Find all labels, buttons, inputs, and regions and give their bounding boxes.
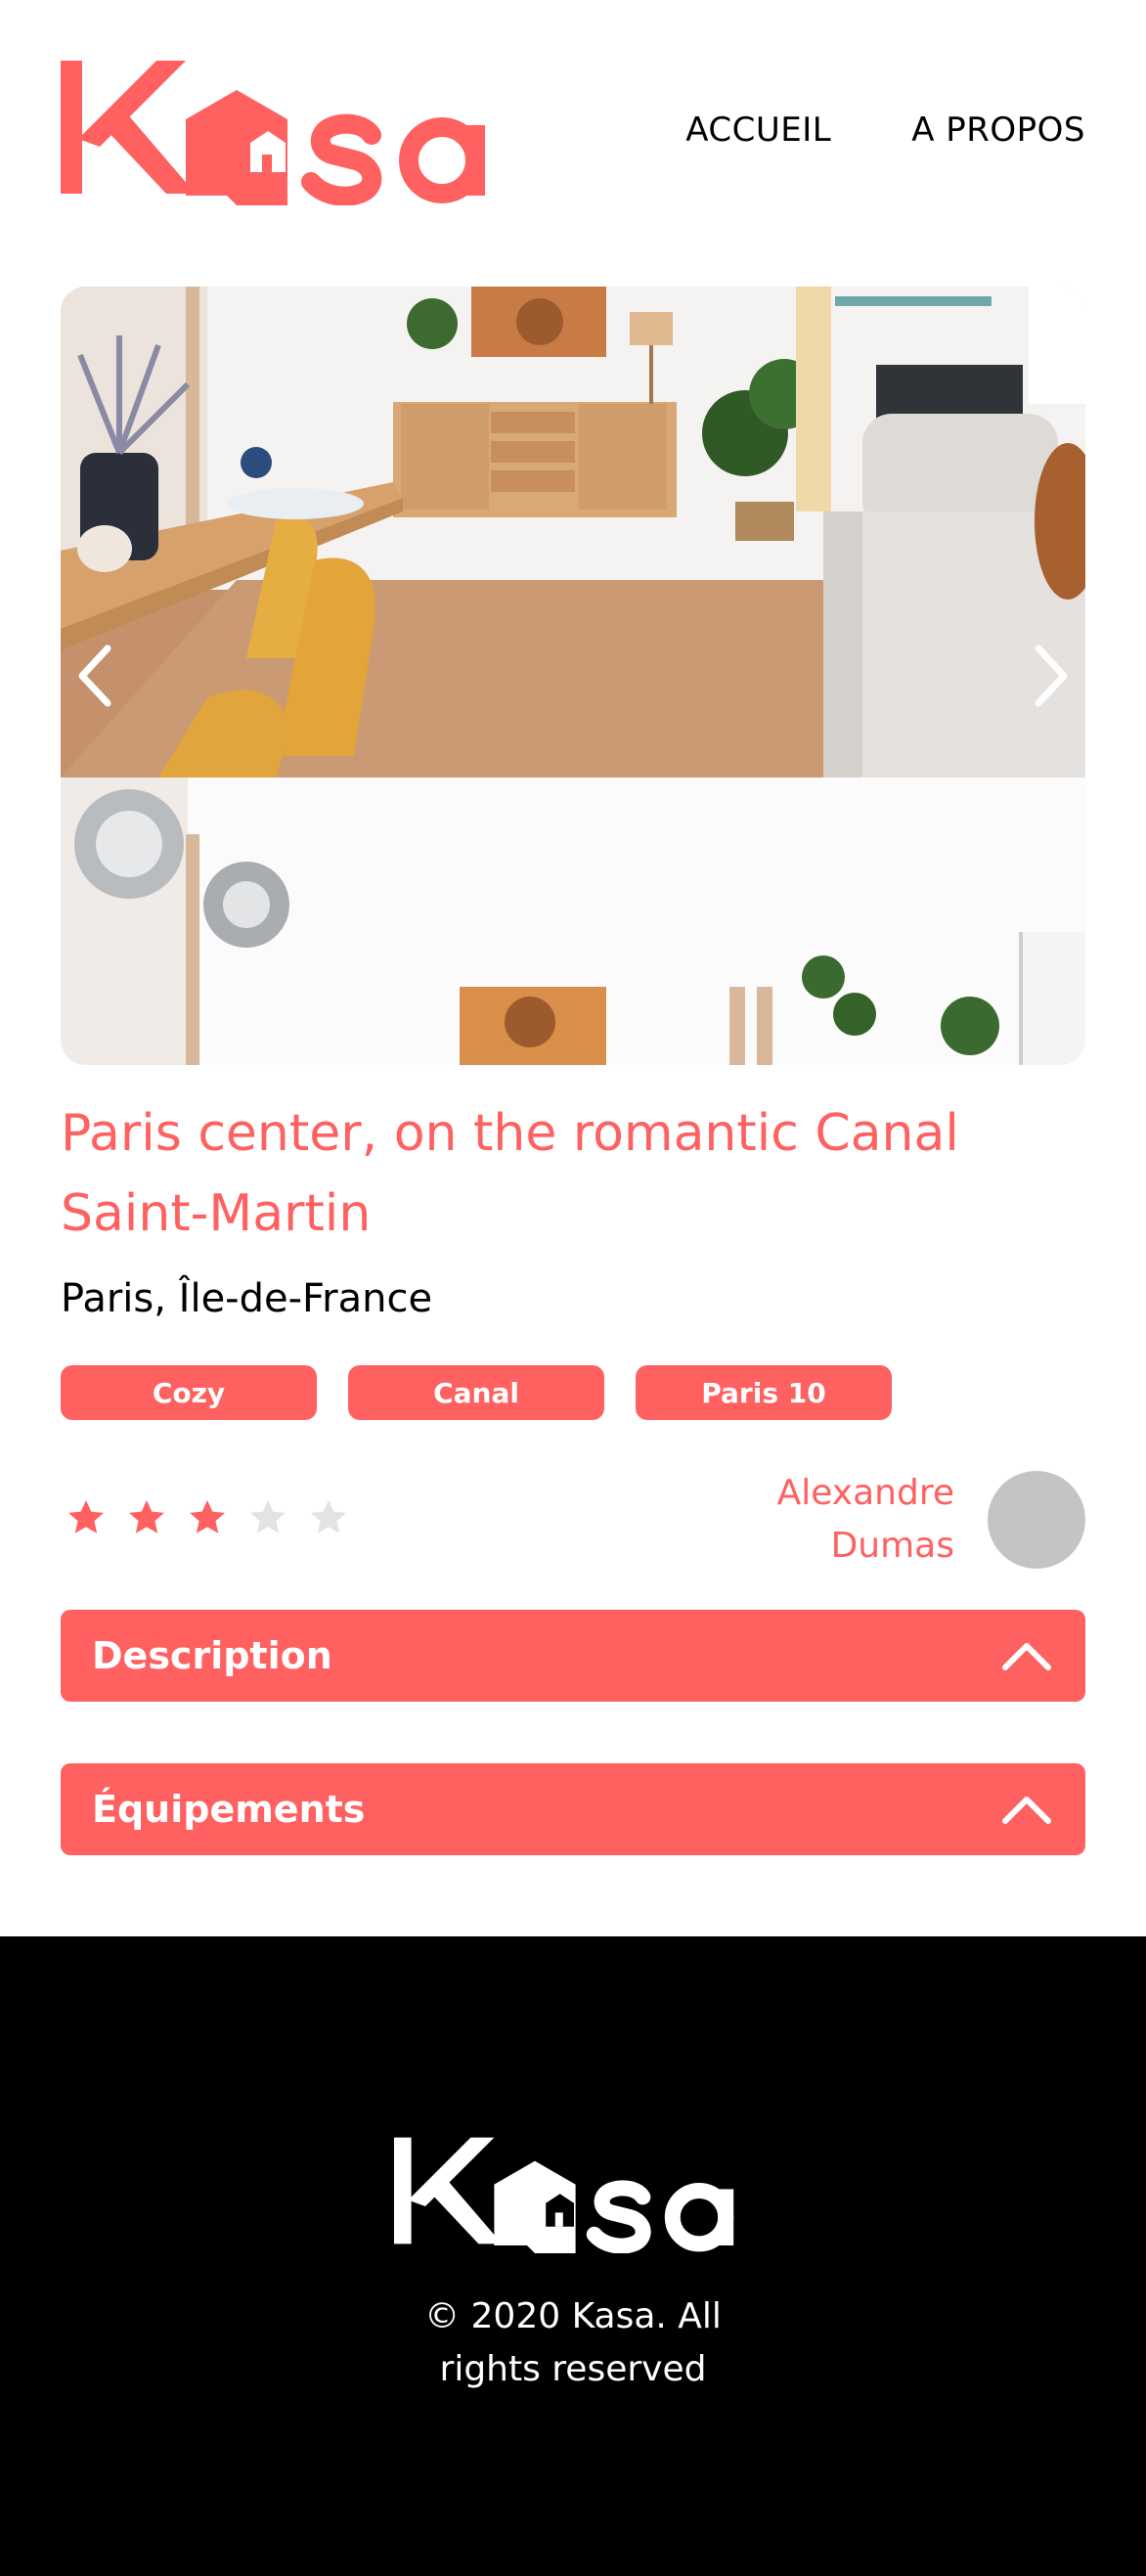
chevron-right-icon xyxy=(1035,644,1068,707)
footer xyxy=(0,1936,1146,2576)
tag-list: Cozy Canal Paris 10 xyxy=(61,1365,892,1420)
photo-carousel xyxy=(61,287,1085,1065)
chevron-left-icon xyxy=(78,644,111,707)
listing-location: Paris, Île-de-France xyxy=(61,1276,433,1321)
listing-title: Paris center, on the romantic Canal Sain… xyxy=(61,1104,959,1243)
copyright-line-2: rights reserved xyxy=(439,2349,707,2389)
star-empty-icon xyxy=(311,1500,346,1533)
copyright-line-1: © 2020 Kasa. All xyxy=(424,2296,722,2336)
footer-logo xyxy=(387,2136,761,2257)
main-nav: ACCUEIL A PROPOS xyxy=(685,111,1085,150)
equipment-label: Équipements xyxy=(92,1788,366,1831)
chevron-up-icon xyxy=(1002,1797,1051,1824)
host-last-name: Dumas xyxy=(830,1526,954,1566)
page: ACCUEIL A PROPOS Paris center, on the ro… xyxy=(0,0,1146,2576)
house-icon xyxy=(494,2160,576,2253)
avatar xyxy=(988,1471,1085,1569)
carousel-next-button[interactable] xyxy=(1015,641,1085,711)
description-collapse[interactable]: Description xyxy=(61,1610,1085,1702)
logo-mark xyxy=(61,61,485,206)
host-first-name: Alexandre xyxy=(776,1473,954,1513)
tag-chip: Paris 10 xyxy=(636,1365,892,1420)
host-info: Alexandre Dumas xyxy=(777,1467,1085,1573)
copyright: © 2020 Kasa. All rights reserved xyxy=(0,2290,1146,2396)
equipment-collapse[interactable]: Équipements xyxy=(61,1763,1085,1855)
star-filled-icon xyxy=(190,1500,225,1533)
brand-logo[interactable] xyxy=(61,59,510,209)
chevron-up-icon xyxy=(1002,1643,1051,1670)
logo-mark xyxy=(394,2137,734,2254)
tag-chip: Canal xyxy=(348,1365,604,1420)
house-icon xyxy=(186,90,287,205)
nav-accueil-link[interactable]: ACCUEIL xyxy=(685,111,831,150)
star-filled-icon xyxy=(129,1500,164,1533)
header: ACCUEIL A PROPOS xyxy=(0,0,1146,254)
tag-chip: Cozy xyxy=(61,1365,317,1420)
rating-stars xyxy=(65,1496,350,1539)
host-name: Alexandre Dumas xyxy=(777,1467,954,1573)
description-label: Description xyxy=(92,1634,332,1677)
carousel-photo xyxy=(61,287,1085,1065)
carousel-prev-button[interactable] xyxy=(61,641,131,711)
nav-a-propos-link[interactable]: A PROPOS xyxy=(911,111,1085,150)
star-empty-icon xyxy=(250,1500,286,1533)
star-filled-icon xyxy=(68,1500,104,1533)
